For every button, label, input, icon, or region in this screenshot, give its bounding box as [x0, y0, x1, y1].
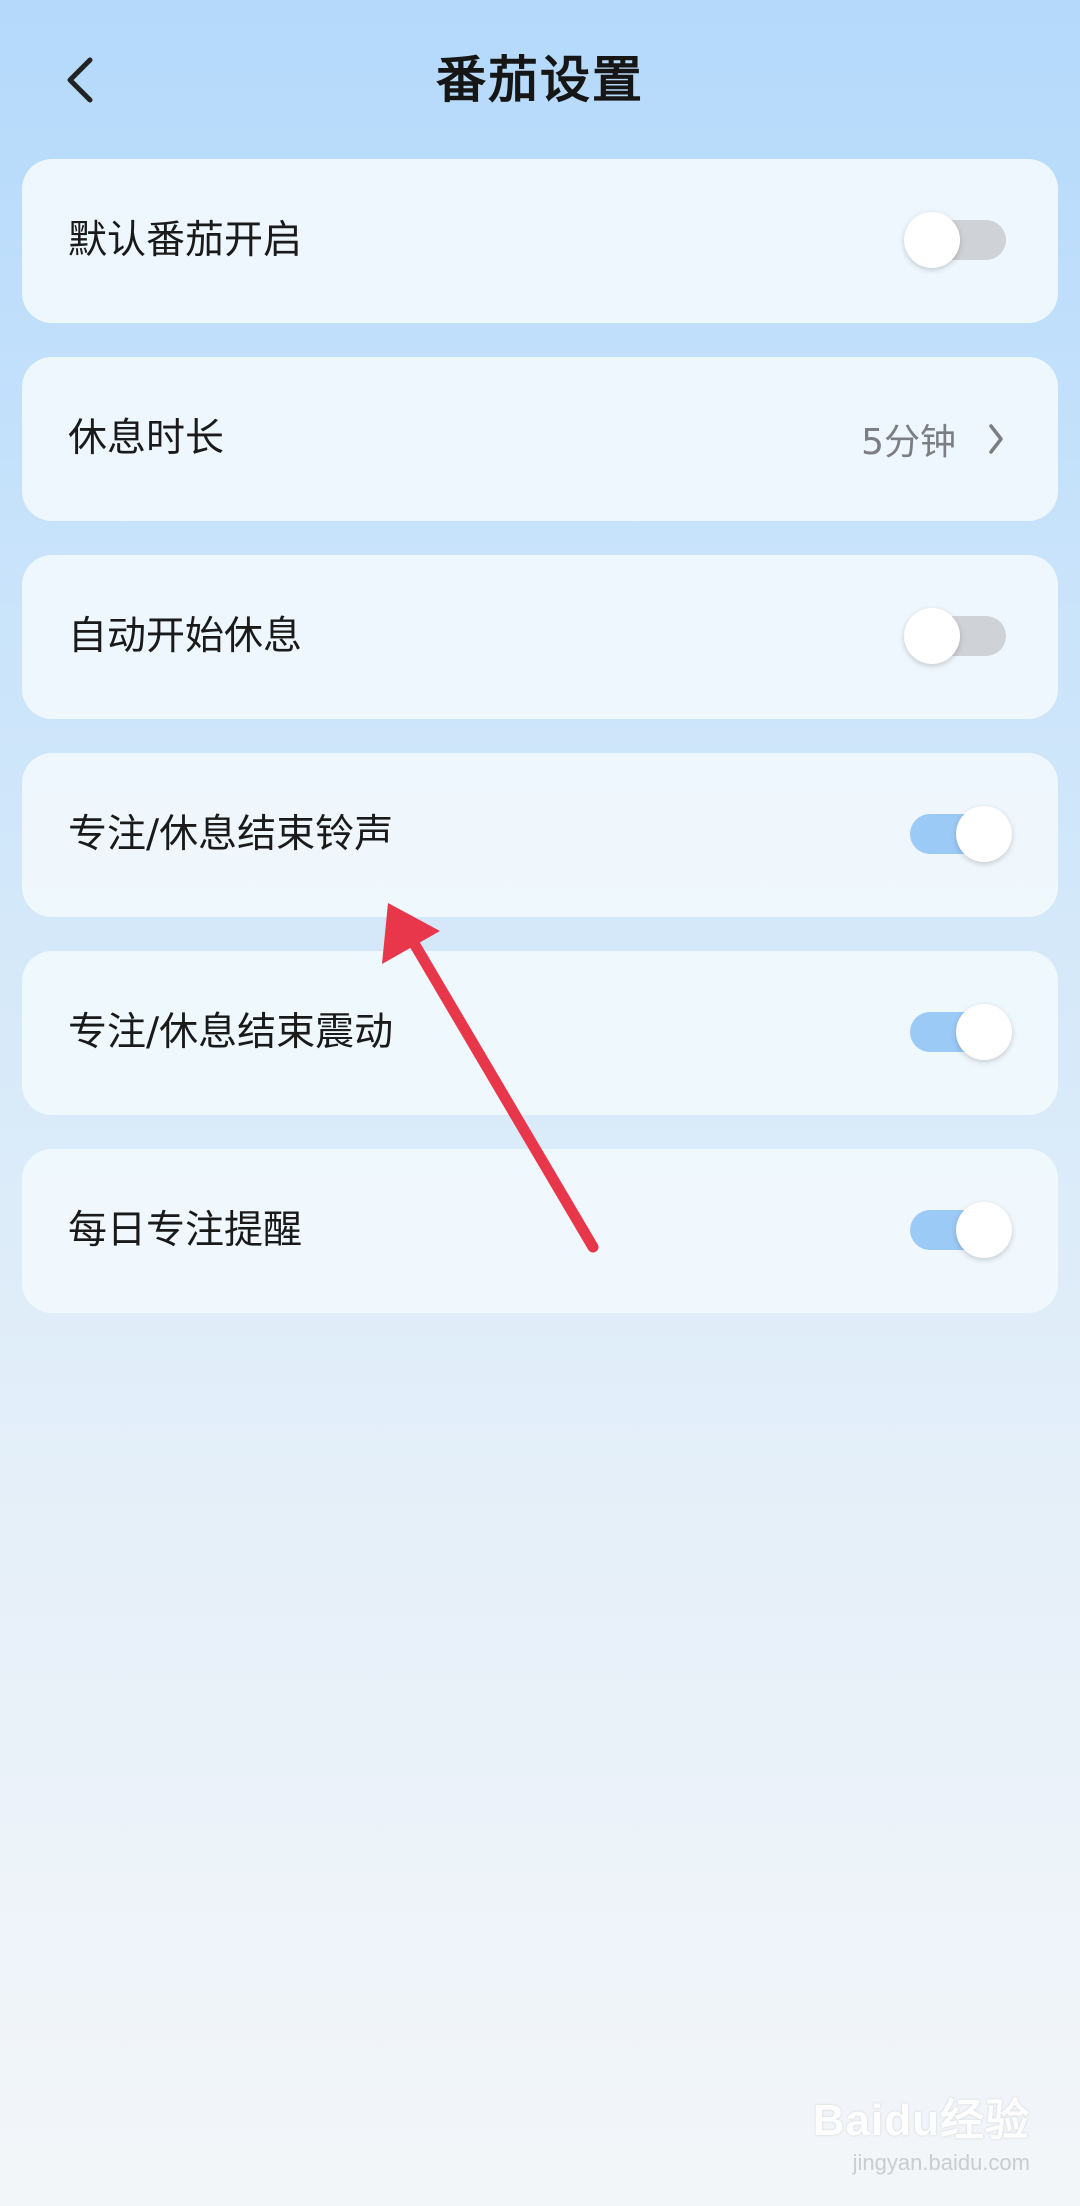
- setting-row-end-ringtone: 专注/休息结束铃声: [22, 753, 1058, 917]
- setting-label: 休息时长: [68, 416, 225, 461]
- page-title: 番茄设置: [436, 51, 644, 109]
- toggle-knob: [956, 1004, 1012, 1060]
- auto-rest-toggle[interactable]: [904, 608, 1006, 664]
- watermark-logo: Baidu经验: [812, 2096, 1030, 2145]
- setting-row-daily-reminder: 每日专注提醒: [22, 1149, 1058, 1313]
- end-ringtone-toggle[interactable]: [910, 806, 1012, 862]
- setting-row-end-vibration: 专注/休息结束震动: [22, 951, 1058, 1115]
- setting-label: 默认番茄开启: [68, 218, 303, 263]
- toggle-knob: [904, 212, 960, 268]
- setting-row-default-tomato: 默认番茄开启: [22, 159, 1058, 323]
- setting-label: 自动开始休息: [68, 614, 303, 659]
- toggle-knob: [956, 806, 1012, 862]
- end-vibration-toggle[interactable]: [910, 1004, 1012, 1060]
- watermark-url: jingyan.baidu.com: [852, 2150, 1030, 2175]
- watermark: Baidu经验 jingyan.baidu.com: [813, 2084, 1030, 2176]
- toggle-knob: [956, 1202, 1012, 1258]
- setting-row-auto-rest: 自动开始休息: [22, 555, 1058, 719]
- setting-label: 专注/休息结束震动: [68, 1010, 394, 1055]
- rest-duration-value: 5分钟: [861, 422, 956, 463]
- rest-duration-selector[interactable]: 5分钟: [861, 357, 1006, 521]
- default-tomato-toggle[interactable]: [904, 212, 1006, 268]
- chevron-right-icon: [989, 424, 1003, 454]
- setting-label: 每日专注提醒: [68, 1208, 303, 1253]
- toggle-knob: [904, 608, 960, 664]
- daily-reminder-toggle[interactable]: [910, 1202, 1012, 1258]
- setting-label: 专注/休息结束铃声: [68, 812, 394, 857]
- header-bar: 番茄设置: [0, 0, 1080, 160]
- setting-row-rest-duration[interactable]: 休息时长 5分钟: [22, 357, 1058, 521]
